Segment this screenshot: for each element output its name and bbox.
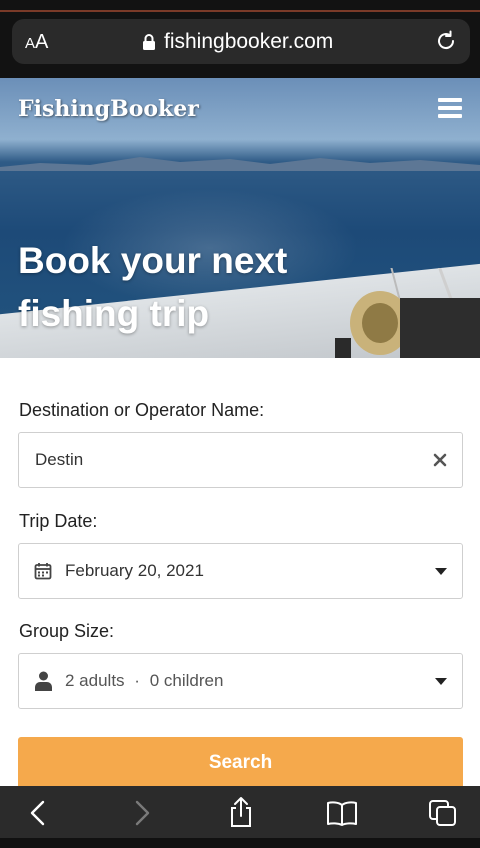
trip-date-label: Trip Date: [19, 511, 98, 531]
home-indicator-area [0, 838, 480, 848]
share-icon[interactable] [226, 796, 256, 827]
text-size-button[interactable]: AA [25, 31, 48, 54]
destination-input[interactable]: Destin [18, 432, 463, 488]
chevron-down-icon [435, 568, 447, 575]
adults-count: 2 adults [65, 671, 125, 690]
person-icon [35, 671, 52, 691]
group-size-label: Group Size: [19, 621, 115, 641]
fishingbooker-logo[interactable]: FishingBooker [18, 96, 199, 122]
hero-mountains-graphic [0, 157, 480, 171]
children-count: 0 children [149, 671, 224, 690]
reload-icon[interactable] [434, 29, 458, 53]
destination-value: Destin [35, 450, 84, 469]
top-accent-line [0, 10, 480, 12]
back-icon[interactable] [24, 799, 54, 827]
hero-title: Book your next fishing trip [18, 234, 338, 340]
hamburger-menu-icon[interactable] [438, 98, 462, 118]
browser-bottom-toolbar [0, 786, 480, 838]
trip-date-select[interactable]: February 20, 2021 [18, 543, 463, 599]
address-bar[interactable]: AA fishingbooker.com [12, 19, 470, 64]
hero-banner: FishingBooker Book your next fishing tri… [0, 78, 480, 358]
search-form: Destination or Operator Name: Destin Tri… [0, 358, 480, 789]
group-size-select[interactable]: 2 adults · 0 children [18, 653, 463, 709]
hero-title-line1: Book your next [18, 240, 288, 281]
browser-top-bar: AA fishingbooker.com [0, 0, 480, 78]
search-button[interactable]: Search [18, 737, 463, 789]
fishing-reel-graphic [335, 268, 480, 358]
bookmarks-icon[interactable] [326, 799, 357, 827]
chevron-down-icon [435, 678, 447, 685]
tabs-icon[interactable] [428, 799, 458, 827]
url-display[interactable]: fishingbooker.com [142, 30, 333, 54]
group-size-separator: · [134, 671, 140, 690]
hero-title-line2: fishing trip [18, 293, 210, 334]
trip-date-value: February 20, 2021 [65, 561, 204, 580]
forward-icon[interactable] [126, 799, 156, 827]
clear-icon[interactable] [432, 452, 448, 468]
destination-label: Destination or Operator Name: [19, 400, 265, 420]
calendar-icon [34, 562, 52, 580]
lock-icon [142, 33, 156, 51]
url-text: fishingbooker.com [164, 30, 334, 53]
